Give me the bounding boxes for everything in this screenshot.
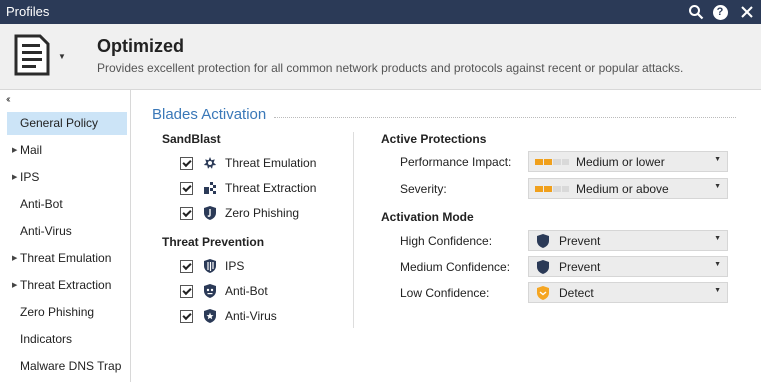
high-confidence-select[interactable]: Prevent ▼ <box>528 230 728 251</box>
anti-virus-checkbox-row[interactable]: Anti-Virus <box>180 307 277 325</box>
chevron-down-icon: ▼ <box>714 287 721 294</box>
profile-description: Provides excellent protection for all co… <box>97 61 684 75</box>
zero-phishing-icon <box>202 205 218 221</box>
sidebar-item-ips[interactable]: ▶ IPS <box>7 166 127 189</box>
severity-value: Medium or above <box>576 182 669 196</box>
medium-confidence-label: Medium Confidence: <box>400 260 511 274</box>
blades-activation-panel: Blades Activation SandBlast Threat Emula… <box>132 90 761 382</box>
anti-virus-icon <box>202 308 218 324</box>
profile-header: ▼ Optimized Provides excellent protectio… <box>0 24 761 90</box>
ips-checkbox[interactable] <box>180 259 193 273</box>
expand-arrow-icon[interactable]: ▶ <box>12 166 17 189</box>
sidebar-item-label: General Policy <box>20 116 99 130</box>
low-confidence-value: Detect <box>559 286 594 300</box>
medium-confidence-value: Prevent <box>559 260 601 274</box>
threat-emulation-icon <box>202 155 218 171</box>
severity-level-bar <box>535 186 569 192</box>
chevron-down-icon: ▼ <box>714 183 721 190</box>
threat-prevention-title: Threat Prevention <box>162 235 265 249</box>
ips-label: IPS <box>225 259 245 273</box>
chevron-down-icon: ▼ <box>714 261 721 268</box>
chevron-down-icon: ▼ <box>714 235 721 242</box>
prevent-shield-icon <box>537 260 549 274</box>
sidebar-item-zero-phishing[interactable]: Zero Phishing <box>7 301 127 324</box>
performance-impact-select[interactable]: Medium or lower ▼ <box>528 151 728 172</box>
help-icon[interactable]: ? <box>709 1 731 23</box>
chevron-down-icon: ▼ <box>714 156 721 163</box>
chevron-down-icon: ▼ <box>58 52 66 61</box>
sidebar-item-label: IPS <box>20 170 40 184</box>
sidebar-item-mail[interactable]: ▶ Mail <box>7 139 127 162</box>
sidebar-item-label: Anti-Virus <box>20 224 72 238</box>
sidebar-item-malware-dns-trap[interactable]: Malware DNS Trap <box>7 355 127 378</box>
prevent-shield-icon <box>537 234 549 248</box>
sidebar-item-label: Zero Phishing <box>20 305 95 319</box>
sidebar-item-label: Anti-Bot <box>20 197 63 211</box>
expand-arrow-icon[interactable]: ▶ <box>12 139 17 162</box>
sidebar-item-indicators[interactable]: Indicators <box>7 328 127 351</box>
threat-extraction-checkbox-row[interactable]: Threat Extraction <box>180 179 316 197</box>
document-icon <box>14 34 50 76</box>
threat-extraction-checkbox[interactable] <box>180 181 193 195</box>
threat-emulation-checkbox-row[interactable]: Threat Emulation <box>180 154 316 172</box>
close-icon[interactable] <box>736 1 758 23</box>
anti-bot-icon <box>202 283 218 299</box>
search-icon[interactable] <box>685 1 707 23</box>
anti-bot-label: Anti-Bot <box>225 284 268 298</box>
anti-virus-checkbox[interactable] <box>180 309 193 323</box>
profile-menu-button[interactable]: ▼ <box>10 32 68 80</box>
sandblast-title: SandBlast <box>162 132 221 146</box>
sidebar-item-threat-emulation[interactable]: ▶ Threat Emulation <box>7 247 127 270</box>
threat-emulation-label: Threat Emulation <box>225 156 317 170</box>
ips-checkbox-row[interactable]: IPS <box>180 257 244 275</box>
profile-name: Optimized <box>97 36 185 56</box>
low-confidence-label: Low Confidence: <box>400 286 490 300</box>
sidebar-item-label: Indicators <box>20 332 73 346</box>
threat-extraction-label: Threat Extraction <box>225 181 317 195</box>
sidebar-item-label: Threat Emulation <box>20 251 112 265</box>
sidebar-item-threat-extraction[interactable]: ▶ Threat Extraction <box>7 274 127 297</box>
severity-label: Severity: <box>400 182 447 196</box>
detect-shield-icon <box>537 286 549 300</box>
content-area: ‹‹ General Policy ▶ Mail ▶ IPS Anti-Bot … <box>0 90 761 382</box>
ips-icon <box>202 258 218 274</box>
section-divider <box>274 117 736 118</box>
active-protections-title: Active Protections <box>381 132 487 146</box>
sidebar-item-general-policy[interactable]: General Policy <box>7 112 127 135</box>
high-confidence-value: Prevent <box>559 234 601 248</box>
title-bar: Profiles ? <box>0 0 761 24</box>
sidebar-item-anti-bot[interactable]: Anti-Bot <box>7 193 127 216</box>
anti-bot-checkbox[interactable] <box>180 284 193 298</box>
performance-impact-label: Performance Impact: <box>400 155 512 169</box>
sidebar-item-anti-virus[interactable]: Anti-Virus <box>7 220 127 243</box>
medium-confidence-select[interactable]: Prevent ▼ <box>528 256 728 277</box>
performance-level-bar <box>535 159 569 165</box>
anti-virus-label: Anti-Virus <box>225 309 277 323</box>
sidebar-item-label: Threat Extraction <box>20 278 112 292</box>
expand-arrow-icon[interactable]: ▶ <box>12 247 17 270</box>
activation-mode-title: Activation Mode <box>381 210 474 224</box>
zero-phishing-label: Zero Phishing <box>225 206 300 220</box>
collapse-sidebar-icon[interactable]: ‹‹ <box>6 94 10 105</box>
zero-phishing-checkbox-row[interactable]: Zero Phishing <box>180 204 299 222</box>
sidebar: ‹‹ General Policy ▶ Mail ▶ IPS Anti-Bot … <box>0 90 131 382</box>
high-confidence-label: High Confidence: <box>400 234 493 248</box>
section-title: Blades Activation <box>152 106 267 123</box>
sidebar-item-label: Malware DNS Trap <box>20 359 122 373</box>
low-confidence-select[interactable]: Detect ▼ <box>528 282 728 303</box>
threat-extraction-icon <box>202 180 218 196</box>
sidebar-item-label: Mail <box>20 143 43 157</box>
performance-impact-value: Medium or lower <box>576 155 665 169</box>
column-divider <box>353 132 354 328</box>
anti-bot-checkbox-row[interactable]: Anti-Bot <box>180 282 268 300</box>
severity-select[interactable]: Medium or above ▼ <box>528 178 728 199</box>
window-title: Profiles <box>6 4 50 19</box>
threat-emulation-checkbox[interactable] <box>180 156 193 170</box>
expand-arrow-icon[interactable]: ▶ <box>12 274 17 297</box>
zero-phishing-checkbox[interactable] <box>180 206 193 220</box>
